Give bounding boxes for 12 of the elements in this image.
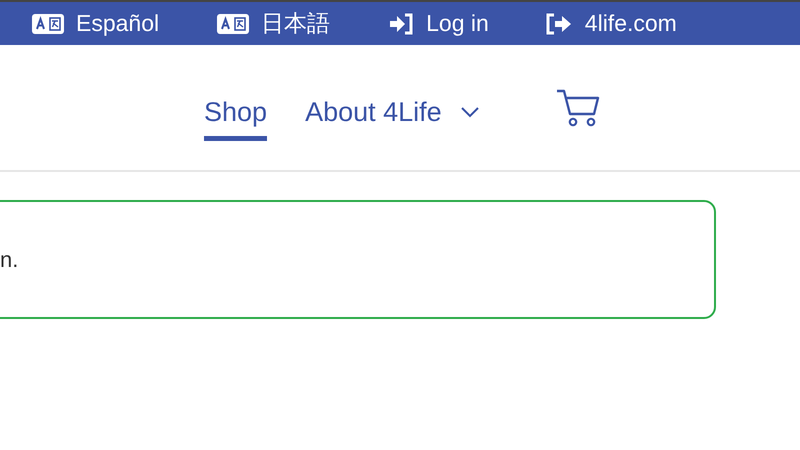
top-bar-link[interactable]: 日本語 <box>217 6 330 41</box>
alert-text: n. <box>0 246 18 274</box>
top-bar-link[interactable]: Log in <box>388 6 489 41</box>
top-bar-link[interactable]: 4life.com <box>544 6 677 41</box>
nav-tab[interactable]: About 4Life <box>305 88 480 140</box>
cart-icon[interactable] <box>556 88 600 128</box>
nav-tab[interactable]: Shop <box>204 88 268 140</box>
logout-icon <box>544 12 573 34</box>
login-icon <box>388 12 414 34</box>
top-bar-link[interactable]: Español <box>32 6 160 41</box>
translate-icon <box>217 14 250 34</box>
translate-icon <box>32 14 64 34</box>
